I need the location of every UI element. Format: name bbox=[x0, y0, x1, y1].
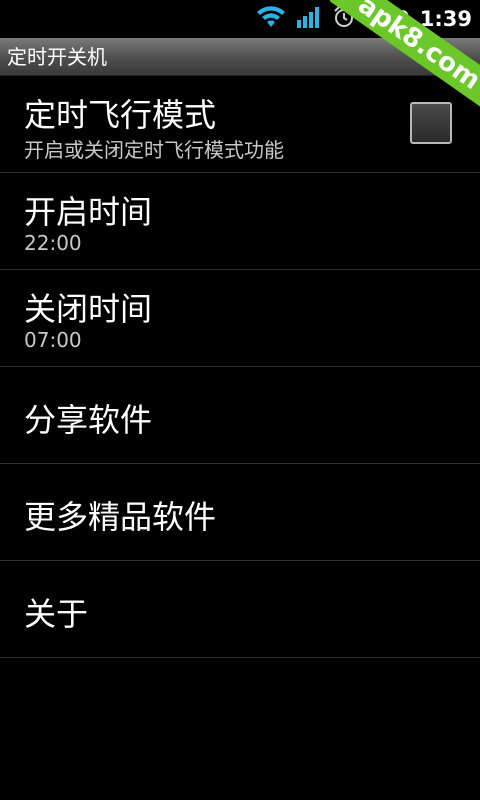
setting-title: 定时飞行模式 bbox=[24, 96, 217, 134]
title-bar: 定时开关机 bbox=[0, 38, 480, 76]
airplane-mode-checkbox[interactable] bbox=[410, 102, 452, 144]
setting-off-time[interactable]: 关闭时间 07:00 bbox=[0, 270, 480, 367]
setting-title: 更多精品软件 bbox=[24, 498, 217, 536]
battery-level: 100 bbox=[365, 7, 410, 31]
setting-value: 22:00 bbox=[24, 231, 82, 255]
setting-title: 关于 bbox=[24, 595, 89, 633]
setting-title: 分享软件 bbox=[24, 401, 153, 439]
settings-list: 定时飞行模式 开启或关闭定时飞行模式功能 开启时间 22:00 关闭时间 07:… bbox=[0, 76, 480, 658]
setting-title: 关闭时间 bbox=[24, 290, 153, 328]
setting-airplane-mode[interactable]: 定时飞行模式 开启或关闭定时飞行模式功能 bbox=[0, 76, 480, 173]
setting-value: 07:00 bbox=[24, 328, 82, 352]
alarm-icon bbox=[332, 5, 356, 33]
wifi-icon bbox=[256, 5, 286, 33]
setting-about[interactable]: 关于 bbox=[0, 561, 480, 658]
setting-title: 开启时间 bbox=[24, 193, 153, 231]
status-time: 1:39 bbox=[419, 7, 472, 31]
setting-more-apps[interactable]: 更多精品软件 bbox=[0, 464, 480, 561]
status-bar: 100 1:39 bbox=[0, 0, 480, 38]
setting-on-time[interactable]: 开启时间 22:00 bbox=[0, 173, 480, 270]
setting-summary: 开启或关闭定时飞行模式功能 bbox=[24, 138, 284, 162]
page-title: 定时开关机 bbox=[7, 45, 107, 69]
status-icons: 100 1:39 bbox=[256, 0, 472, 38]
signal-icon bbox=[296, 5, 322, 33]
setting-share-app[interactable]: 分享软件 bbox=[0, 367, 480, 464]
